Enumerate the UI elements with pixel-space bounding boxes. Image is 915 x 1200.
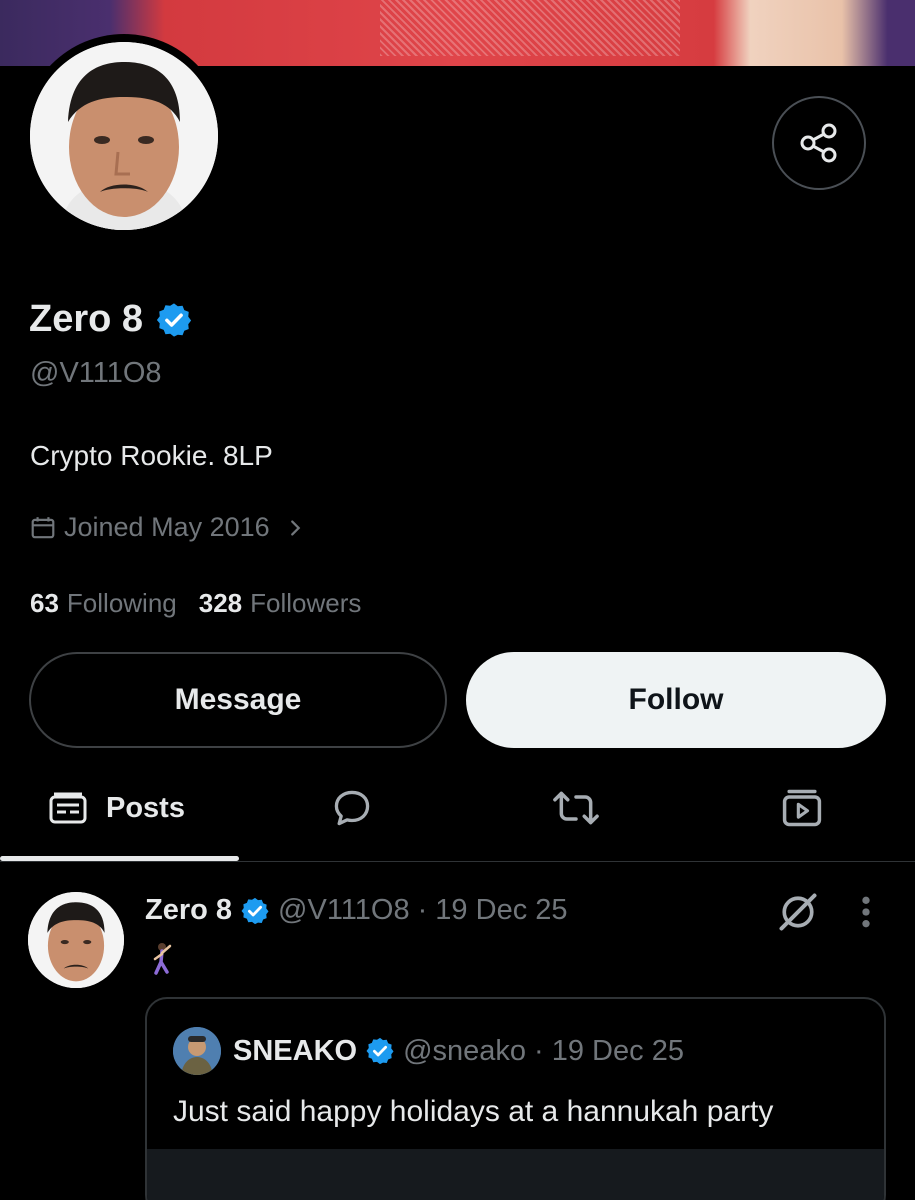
active-tab-indicator [0,856,239,861]
post-header: Zero 8 @V111O8 · 19 Dec 25 [145,894,568,927]
share-button[interactable] [772,96,866,190]
calendar-icon [31,516,55,538]
follow-button[interactable]: Follow [466,652,886,748]
follow-stats: 63 Following 328 Followers [30,588,361,619]
more-options-icon[interactable] [852,892,880,937]
tab-posts[interactable]: Posts [48,758,185,858]
quoted-post[interactable]: SNEAKO @sneako · 19 Dec 25 Just said hap… [145,997,886,1200]
following-label: Following [66,588,177,618]
grok-icon[interactable] [776,890,820,939]
quoted-post-header: SNEAKO @sneako · 19 Dec 25 [173,1027,684,1075]
verified-badge-icon [366,1037,394,1065]
following-link[interactable]: 63 Following [30,588,177,619]
quoted-post-date: · 19 Dec 25 [534,1034,684,1067]
reposts-icon [553,791,599,825]
quoted-post-text: Just said happy holidays at a hannukah p… [173,1095,774,1128]
profile-bio: Crypto Rookie. 8LP [30,440,273,471]
profile-tabs: Posts [0,758,915,862]
post-author-avatar[interactable] [28,892,124,988]
quoted-post-media[interactable] [147,1149,884,1200]
quoted-author-handle: @sneako [403,1034,527,1067]
quoted-author-avatar [173,1027,221,1075]
profile-avatar[interactable] [30,42,218,230]
post-date[interactable]: · 19 Dec 25 [418,894,568,927]
followers-label: Followers [250,588,362,618]
banner-pattern [380,0,680,56]
post-author-name[interactable]: Zero 8 [145,894,232,927]
joined-text: Joined May 2016 [64,512,270,542]
profile-avatar-ring [22,34,226,238]
tab-media[interactable] [780,758,824,858]
dancer-emoji-icon [148,942,176,981]
verified-badge-icon [241,897,269,924]
profile-handle: @V111O8 [30,357,162,389]
display-name-text: Zero 8 [29,298,144,340]
replies-icon [334,790,370,826]
profile-display-name: Zero 8 [29,298,193,341]
verified-badge-icon [156,302,192,337]
tab-reposts[interactable] [552,758,600,858]
followers-link[interactable]: 328 Followers [199,588,362,619]
post-item[interactable]: Zero 8 @V111O8 · 19 Dec 25 SNEAKO @sneak… [0,862,915,1200]
tab-posts-label: Posts [106,791,185,824]
quoted-author-name: SNEAKO [233,1034,358,1067]
tab-replies[interactable] [330,758,374,858]
message-button[interactable]: Message [29,652,447,748]
following-count: 63 [30,588,59,618]
joined-date[interactable]: Joined May 2016 [30,512,306,543]
post-author-handle[interactable]: @V111O8 [278,894,410,927]
media-icon [782,789,822,827]
posts-icon [49,792,87,824]
share-icon [800,123,837,163]
followers-count: 328 [198,588,243,618]
chevron-right-icon [290,519,300,536]
